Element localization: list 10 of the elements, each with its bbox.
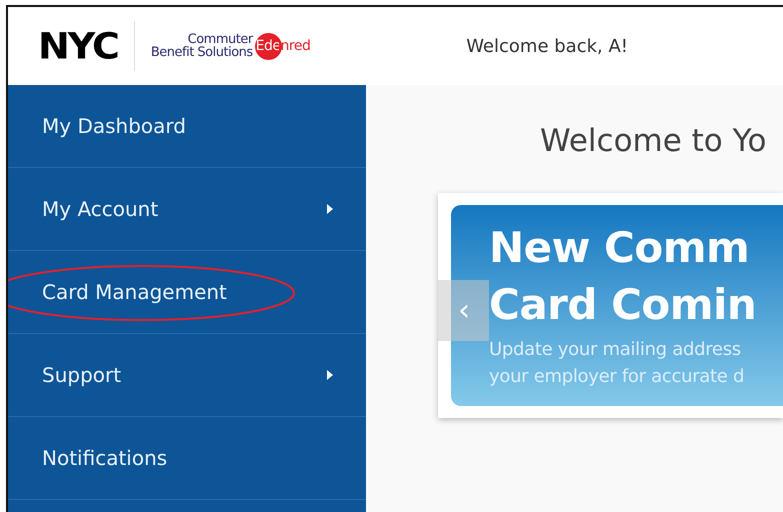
banner-headline: New Comm (489, 222, 750, 274)
page-title: Welcome to Yo (540, 123, 768, 159)
banner-text: your employer for accurate d (489, 365, 746, 389)
banner-headline: Card Comin (489, 279, 758, 331)
banner-text: Update your mailing address (489, 338, 742, 362)
welcome-message: Welcome back, A! (466, 36, 628, 56)
brand-name: Benefit Solutions (150, 46, 253, 59)
nav-item[interactable]: Card Management (8, 251, 366, 334)
nyc-logo: NYC (38, 25, 118, 67)
brand-name: Commuter (188, 33, 253, 46)
